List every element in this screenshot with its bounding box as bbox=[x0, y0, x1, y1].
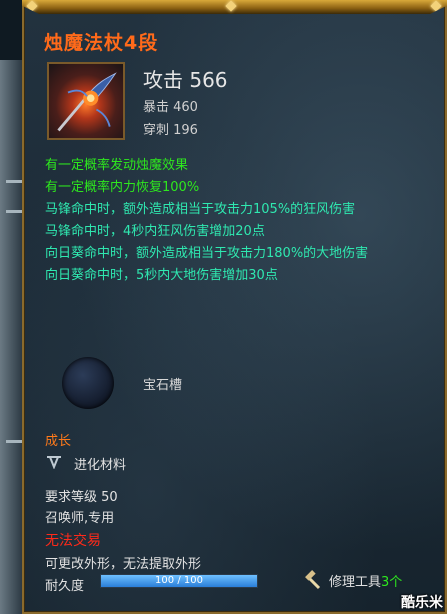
gem-socket-icon[interactable] bbox=[62, 357, 114, 409]
crit-stat: 暴击 460 bbox=[143, 100, 198, 115]
effect-line: 马锋命中时，额外造成相当于攻击力105%的狂风伤害 bbox=[45, 202, 356, 217]
socket-label: 宝石槽 bbox=[143, 378, 183, 393]
appearance-note: 可更改外形，无法提取外形 bbox=[45, 557, 202, 572]
growth-heading: 成长 bbox=[45, 434, 72, 449]
effect-line: 有一定概率发动烛魔效果 bbox=[45, 158, 189, 173]
staff-icon bbox=[47, 62, 125, 140]
hammer-icon bbox=[305, 570, 321, 590]
required-level: 要求等级 50 bbox=[45, 490, 118, 505]
durability-label: 耐久度 bbox=[45, 579, 85, 594]
effect-line: 向日葵命中时，5秒内大地伤害增加30点 bbox=[45, 268, 278, 283]
effect-list: 有一定概率发动烛魔效果 有一定概率内力恢复100% 马锋命中时，额外造成相当于攻… bbox=[45, 155, 425, 287]
top-ornament bbox=[22, 0, 447, 14]
growth-material-icon bbox=[47, 456, 61, 469]
repair-tool: 修理工具3个 bbox=[329, 571, 402, 590]
pierce-stat: 穿刺 196 bbox=[143, 123, 198, 138]
trade-status: 无法交易 bbox=[45, 533, 101, 549]
durability-value: 100 / 100 bbox=[155, 575, 203, 586]
durability-bar: 100 / 100 bbox=[100, 574, 258, 588]
effect-line: 向日葵命中时，额外造成相当于攻击力180%的大地伤害 bbox=[45, 246, 369, 261]
effect-line: 有一定概率内力恢复100% bbox=[45, 180, 200, 195]
repair-tool-count: 3个 bbox=[381, 575, 403, 590]
item-name: 烛魔法杖4段 bbox=[44, 32, 159, 54]
attack-stat: 攻击 566 bbox=[143, 68, 228, 92]
repair-tool-label: 修理工具 bbox=[329, 575, 382, 590]
effect-line: 马锋命中时，4秒内狂风伤害增加20点 bbox=[45, 224, 265, 239]
growth-material: 进化材料 bbox=[74, 458, 127, 473]
required-class: 召唤师,专用 bbox=[45, 511, 115, 526]
watermark-logo: 酷乐米 bbox=[401, 595, 443, 611]
